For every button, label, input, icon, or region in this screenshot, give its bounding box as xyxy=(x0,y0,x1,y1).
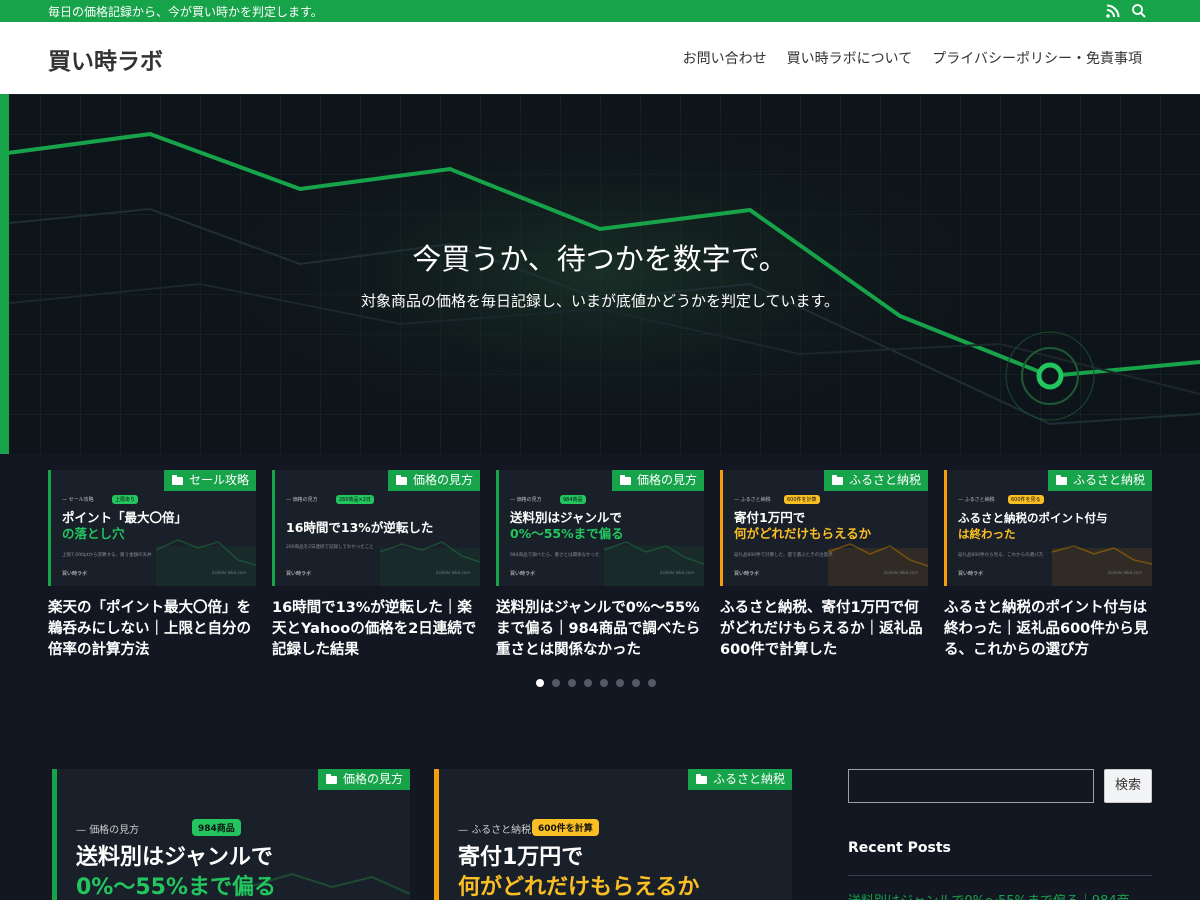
folder-icon xyxy=(831,474,843,485)
thumb-headline: 送料別はジャンルで 0%〜55%まで偏る xyxy=(510,510,624,541)
slide-thumbnail[interactable]: — ふるさと納税 600件を見る ふるさと納税のポイント付与 は終わった 返礼品… xyxy=(944,470,1152,586)
slide-title[interactable]: ふるさと納税、寄付1万円で何がどれだけもらえるか｜返礼品600件で計算した xyxy=(720,598,928,661)
main-nav: お問い合わせ 買い時ラボについて プライバシーポリシー・免責事項 xyxy=(683,48,1142,68)
carousel-dot[interactable] xyxy=(552,679,560,687)
post-card[interactable]: — ふるさと納税 600件を計算 寄付1万円で 何がどれだけもらえるか ふるさと… xyxy=(434,769,792,900)
thumb-brand: 買い時ラボ xyxy=(510,571,536,577)
thumb-headline: 寄付1万円で 何がどれだけもらえるか xyxy=(734,510,872,541)
site-logo[interactable]: 買い時ラボ xyxy=(48,42,163,76)
thumb-caption: 984商品で調べたら、重さとは関係なかった xyxy=(510,553,600,558)
carousel-dot[interactable] xyxy=(648,679,656,687)
featured-carousel: — セール攻略 上限あり ポイント「最大〇倍」 の落とし穴 上限7,000ptか… xyxy=(0,454,1200,700)
thumb-chip: 260商品×2日 xyxy=(336,495,374,504)
folder-icon xyxy=(619,474,631,485)
carousel-dot[interactable] xyxy=(536,679,544,687)
thumb-url: kaidoki-labo.com xyxy=(1108,570,1142,575)
thumb-url: kaidoki-labo.com xyxy=(660,570,694,575)
thumb-eyebrow: — 価格の見方 xyxy=(286,497,318,503)
category-badge[interactable]: 価格の見方 xyxy=(387,470,480,491)
category-badge[interactable]: 価格の見方 xyxy=(611,470,704,491)
card-chip: 984商品 xyxy=(192,819,241,836)
card-headline: 送料別はジャンルで 0%〜55%まで偏る xyxy=(76,845,277,900)
carousel-dot[interactable] xyxy=(568,679,576,687)
divider xyxy=(848,875,1152,876)
carousel-dot[interactable] xyxy=(600,679,608,687)
slide-title[interactable]: ふるさと納税のポイント付与は終わった｜返礼品600件から見る、これからの選び方 xyxy=(944,598,1152,661)
thumb-brand: 買い時ラボ xyxy=(958,571,984,577)
nav-item-about[interactable]: 買い時ラボについて xyxy=(787,48,913,68)
category-badge[interactable]: セール攻略 xyxy=(163,470,256,491)
thumb-chip: 600件を計算 xyxy=(784,495,820,504)
search-icon[interactable] xyxy=(1131,3,1147,19)
card-chip: 600件を計算 xyxy=(532,819,599,836)
card-accent-bar xyxy=(434,769,439,900)
thumb-caption: 260商品を2日連続で記録してわかったこと xyxy=(286,545,374,550)
thumb-brand: 買い時ラボ xyxy=(286,571,312,577)
thumb-url: kaidoki-labo.com xyxy=(884,570,918,575)
folder-icon xyxy=(1055,474,1067,485)
carousel-dot[interactable] xyxy=(584,679,592,687)
thumb-caption: 上限7,000ptから逆算する、買う金額の天井 xyxy=(62,553,152,558)
carousel-dot[interactable] xyxy=(616,679,624,687)
hero-subtitle: 対象商品の価格を毎日記録し、いまが底値かどうかを判定しています。 xyxy=(360,292,840,310)
rss-icon[interactable] xyxy=(1105,3,1121,19)
slide-title[interactable]: 楽天の「ポイント最大〇倍」を鵜呑みにしない｜上限と自分の倍率の計算方法 xyxy=(48,598,256,661)
sidebar-search-button[interactable]: 検索 xyxy=(1104,769,1152,803)
slide-title[interactable]: 送料別はジャンルで0%〜55%まで偏る｜984商品で調べたら重さとは関係なかった xyxy=(496,598,704,661)
thumb-eyebrow: — 価格の見方 xyxy=(510,497,542,503)
carousel-slide[interactable]: — 価格の見方 984商品 送料別はジャンルで 0%〜55%まで偏る 984商品… xyxy=(496,470,704,661)
category-badge[interactable]: ふるさと納税 xyxy=(1047,470,1152,491)
card-eyebrow: — ふるさと納税 xyxy=(458,825,532,836)
thumb-headline: ポイント「最大〇倍」 の落とし穴 xyxy=(62,510,188,541)
slide-title[interactable]: 16時間で13%が逆転した｜楽天とYahooの価格を2日連続で記録した結果 xyxy=(272,598,480,661)
card-headline: 寄付1万円で 何がどれだけもらえるか xyxy=(458,845,700,900)
post-card[interactable]: — 価格の見方 984商品 送料別はジャンルで 0%〜55%まで偏る 価格の見方 xyxy=(52,769,410,900)
sidebar-search-input[interactable] xyxy=(848,769,1094,803)
carousel-dot[interactable] xyxy=(632,679,640,687)
carousel-slide[interactable]: — ふるさと納税 600件を見る ふるさと納税のポイント付与 は終わった 返礼品… xyxy=(944,470,1152,661)
carousel-slide[interactable]: — 価格の見方 260商品×2日 16時間で13%が逆転した 260商品を2日連… xyxy=(272,470,480,661)
thumb-chip: 上限あり xyxy=(112,495,139,504)
folder-icon xyxy=(695,773,707,784)
category-badge[interactable]: 価格の見方 xyxy=(317,769,410,790)
folder-icon xyxy=(325,773,337,784)
nav-item-privacy[interactable]: プライバシーポリシー・免責事項 xyxy=(932,48,1142,68)
carousel-pagination xyxy=(536,679,656,687)
nav-item-contact[interactable]: お問い合わせ xyxy=(683,48,767,68)
thumb-headline: ふるさと納税のポイント付与 は終わった xyxy=(958,511,1108,541)
top-bar: 毎日の価格記録から、今が買い時かを判定します。 xyxy=(0,0,1200,22)
thumb-headline: 16時間で13%が逆転した xyxy=(286,520,434,535)
category-badge[interactable]: ふるさと納税 xyxy=(687,769,792,790)
thumb-url: kaidoki-labo.com xyxy=(212,570,246,575)
recent-posts-heading: Recent Posts xyxy=(848,840,951,856)
carousel-slide[interactable]: — ふるさと納税 600件を計算 寄付1万円で 何がどれだけもらえるか 返礼品6… xyxy=(720,470,928,661)
carousel-slide[interactable]: — セール攻略 上限あり ポイント「最大〇倍」 の落とし穴 上限7,000ptか… xyxy=(48,470,256,661)
folder-icon xyxy=(171,474,183,485)
recent-post-link[interactable]: 送料別はジャンルで0%〜55%まで偏る｜984商 xyxy=(848,890,1130,900)
category-badge[interactable]: ふるさと納税 xyxy=(823,470,928,491)
thumb-eyebrow: — ふるさと納税 xyxy=(734,497,771,503)
thumb-url: kaidoki-labo.com xyxy=(436,570,470,575)
card-eyebrow: — 価格の見方 xyxy=(76,825,140,836)
thumb-eyebrow: — セール攻略 xyxy=(62,497,94,503)
thumb-caption: 返礼品600件で計算した、量で選ぶときの注意点 xyxy=(734,553,833,558)
hero-title: 今買うか、待つかを数字で。 xyxy=(412,242,788,276)
slide-thumbnail[interactable]: — 価格の見方 260商品×2日 16時間で13%が逆転した 260商品を2日連… xyxy=(272,470,480,586)
folder-icon xyxy=(395,474,407,485)
site-tagline: 毎日の価格記録から、今が買い時かを判定します。 xyxy=(48,5,323,19)
thumb-brand: 買い時ラボ xyxy=(62,571,88,577)
slide-thumbnail[interactable]: — 価格の見方 984商品 送料別はジャンルで 0%〜55%まで偏る 984商品… xyxy=(496,470,704,586)
hero-banner: 今買うか、待つかを数字で。 対象商品の価格を毎日記録し、いまが底値かどうかを判定… xyxy=(0,94,1200,454)
thumb-brand: 買い時ラボ xyxy=(734,571,760,577)
thumb-chip: 600件を見る xyxy=(1008,495,1044,504)
slide-thumbnail[interactable]: — セール攻略 上限あり ポイント「最大〇倍」 の落とし穴 上限7,000ptか… xyxy=(48,470,256,586)
thumb-eyebrow: — ふるさと納税 xyxy=(958,497,995,503)
site-header: 買い時ラボ お問い合わせ 買い時ラボについて プライバシーポリシー・免責事項 xyxy=(0,22,1200,94)
thumb-chip: 984商品 xyxy=(560,495,586,504)
thumb-caption: 返礼品600件から見る、これからの選び方 xyxy=(958,553,1044,558)
slide-thumbnail[interactable]: — ふるさと納税 600件を計算 寄付1万円で 何がどれだけもらえるか 返礼品6… xyxy=(720,470,928,586)
